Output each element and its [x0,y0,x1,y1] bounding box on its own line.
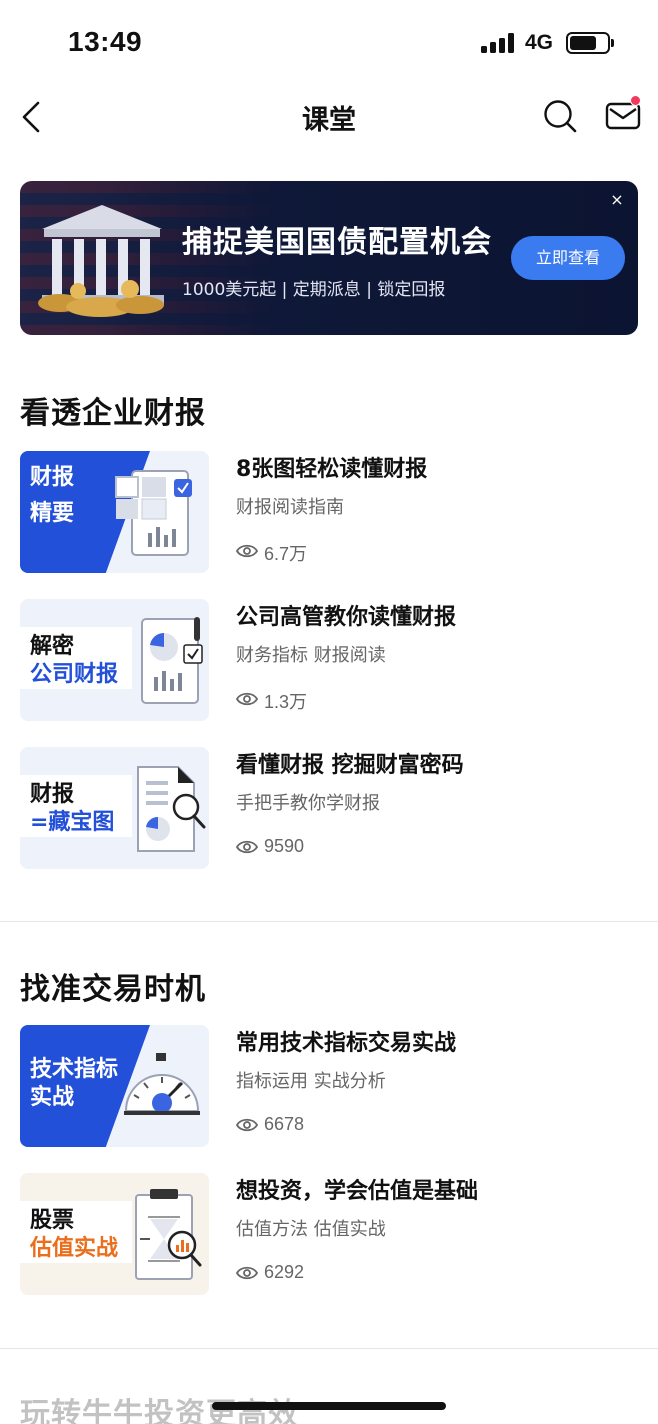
course-title: 想投资，学会估值是基础 [236,1179,479,1204]
views-count: 6678 [264,1114,305,1134]
nav-bar: 课堂 [0,88,658,148]
view-now-button[interactable]: 立即查看 [511,236,625,280]
battery-icon [566,32,610,54]
notification-badge [630,95,641,106]
eye-icon [236,544,258,558]
course-thumbnail: 财报 =藏宝图 [20,747,209,869]
banner-title: 捕捉美国国债配置机会 [182,225,492,260]
course-subtitle: 财报阅读指南 [236,497,344,518]
course-item[interactable]: 股票 估值实战 想投资，学会估值是基础 估值方法 估值实战 6292 [20,1173,640,1295]
eye-icon [236,692,258,706]
course-thumbnail: 财报 精要 [20,451,209,573]
section-divider [0,921,658,922]
course-thumbnail: 技术指标 实战 [20,1025,209,1147]
thumb-line2: 实战 [30,1085,75,1110]
thumb-line1: 财报 [30,465,75,490]
close-icon[interactable]: × [608,191,626,209]
course-title: 常用技术指标交易实战 [236,1031,457,1056]
views-count: 6.7万 [264,544,308,564]
thumb-line2: =藏宝图 [30,810,115,835]
thumb-line2: 估值实战 [30,1236,119,1261]
thumb-line1: 财报 [30,782,75,807]
course-item[interactable]: 财报 =藏宝图 看懂财报 挖掘财富密码 手把手教你学财报 9590 [20,747,640,869]
section-title-trade-timing: 找准交易时机 [20,972,206,1007]
signal-icon [481,33,515,53]
magnifier-document-icon [137,766,206,852]
eye-icon [236,840,258,854]
course-title: 看懂财报 挖掘财富密码 [236,753,464,778]
home-indicator[interactable] [212,1402,446,1410]
thumb-line1: 解密 [30,634,75,659]
status-time: 13:49 [68,26,143,57]
thumb-line2: 公司财报 [30,662,119,687]
views-count: 6292 [264,1262,305,1282]
banner-subtitle: 1000美元起 | 定期派息 | 锁定回报 [182,280,446,300]
section-title-financial-reports: 看透企业财报 [20,396,206,431]
course-subtitle: 财务指标 财报阅读 [236,645,386,666]
status-bar: 13:49 4G [0,0,658,88]
report-document-icon [115,470,192,556]
promo-banner[interactable]: 捕捉美国国债配置机会 1000美元起 | 定期派息 | 锁定回报 立即查看 × [20,181,638,335]
valuation-clipboard-icon [135,1189,202,1280]
section-divider [0,1348,658,1349]
eye-icon [236,1266,258,1280]
thumb-line2: 精要 [30,501,75,526]
course-subtitle: 估值方法 估值实战 [236,1219,386,1240]
course-item[interactable]: 财报 精要 8张图轻松读懂财报 财报阅读指南 6.7万 [20,451,640,573]
thumb-line1: 股票 [30,1208,75,1233]
course-title: 8张图轻松读懂财报 [236,457,428,482]
battery-cap [611,39,614,47]
course-item[interactable]: 技术指标 实战 常用技术指标交易实战 指标运用 实战分析 6678 [20,1025,640,1147]
course-subtitle: 手把手教你学财报 [236,793,380,814]
course-item[interactable]: 解密 公司财报 公司高管教你读懂财报 财务指标 财报阅读 1.3万 [20,599,640,721]
course-title: 公司高管教你读懂财报 [236,605,457,630]
search-icon[interactable] [542,98,578,134]
network-label: 4G [525,31,554,54]
pie-chart-document-icon [141,617,203,704]
gauge-icon [124,1053,200,1115]
course-thumbnail: 股票 估值实战 [20,1173,209,1295]
thumb-line1: 技术指标 [30,1057,119,1082]
eye-icon [236,1118,258,1132]
course-thumbnail: 解密 公司财报 [20,599,209,721]
course-subtitle: 指标运用 实战分析 [236,1071,386,1092]
views-count: 1.3万 [264,692,308,712]
views-count: 9590 [264,836,305,856]
bank-building-icon [38,205,164,317]
